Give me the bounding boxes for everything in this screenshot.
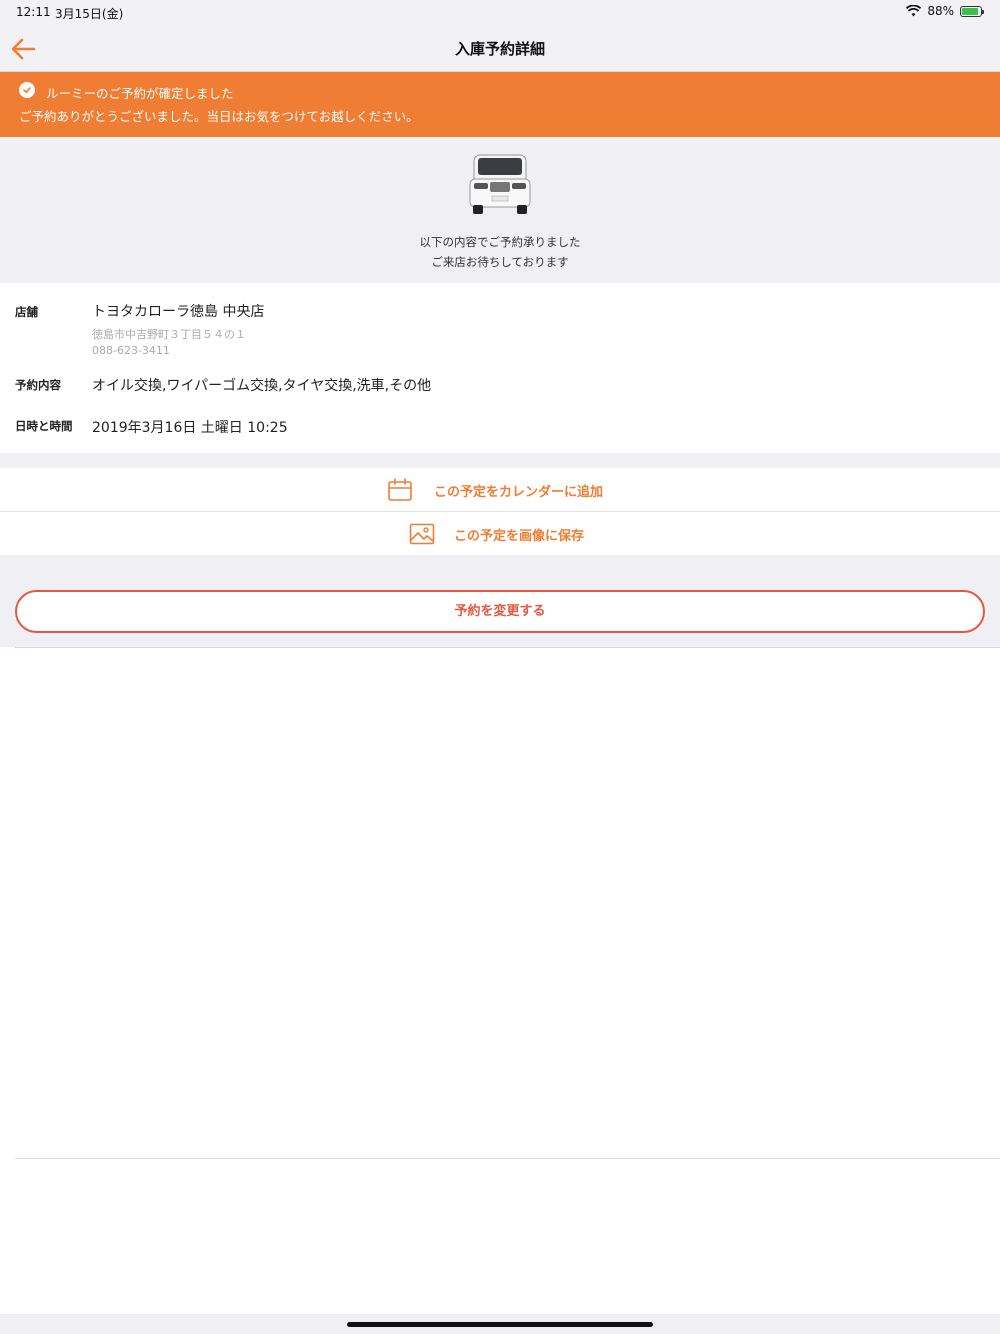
banner-title: ルーミーのご予約が確定しました — [46, 86, 234, 101]
store-address: 徳島市中吉野町３丁目５４の１ — [92, 328, 246, 341]
car-image — [469, 154, 531, 214]
save-image-label: この予定を画像に保存 — [454, 529, 585, 544]
divider — [15, 1158, 1000, 1159]
page-title: 入庫予約詳細 — [454, 40, 545, 58]
status-bar: 12:11 3月15日(金) 88% — [0, 0, 1000, 26]
store-phone: 088-623-3411 — [92, 344, 170, 357]
content-value: オイル交換,ワイパーゴム交換,タイヤ交換,洗車,その他 — [92, 378, 432, 394]
image-icon — [409, 523, 435, 545]
divider — [15, 647, 1000, 648]
reservation-details: 店舗 トヨタカローラ徳島 中央店 徳島市中吉野町３丁目５４の１ 088-623-… — [0, 283, 1000, 453]
check-icon — [19, 82, 35, 98]
save-image-button[interactable]: この予定を画像に保存 — [0, 512, 1000, 555]
status-time: 12:11 — [16, 5, 51, 19]
battery-icon — [960, 5, 984, 17]
add-calendar-label: この予定をカレンダーに追加 — [434, 485, 604, 500]
datetime-value: 2019年3月16日 土曜日 10:25 — [92, 420, 288, 436]
add-calendar-button[interactable]: この予定をカレンダーに追加 — [0, 468, 1000, 511]
status-date: 3月15日(金) — [55, 7, 124, 21]
confirmation-banner: ルーミーのご予約が確定しました ご予約ありがとうございました。当日はお気をつけて… — [0, 72, 1000, 137]
hero-message-1: 以下の内容でご予約承りました — [419, 235, 581, 249]
hero-section: 以下の内容でご予約承りました ご来店お待ちしております — [0, 137, 1000, 283]
hero-message-2: ご来店お待ちしております — [431, 255, 569, 269]
store-name: トヨタカローラ徳島 中央店 — [92, 304, 265, 320]
section-gap — [0, 453, 1000, 468]
navigation-bar: 入庫予約詳細 — [0, 26, 1000, 72]
store-label: 店舗 — [15, 305, 38, 319]
datetime-label: 日時と時間 — [15, 419, 73, 433]
change-reservation-button[interactable]: 予約を変更する — [15, 590, 985, 633]
battery-percent: 88% — [927, 4, 954, 18]
calendar-icon — [388, 478, 412, 501]
content-label: 予約内容 — [15, 378, 61, 392]
wifi-icon — [906, 5, 922, 17]
status-right: 88% — [906, 4, 984, 18]
home-indicator[interactable] — [347, 1322, 653, 1327]
banner-message: ご予約ありがとうございました。当日はお気をつけてお越しください。 — [19, 109, 419, 124]
